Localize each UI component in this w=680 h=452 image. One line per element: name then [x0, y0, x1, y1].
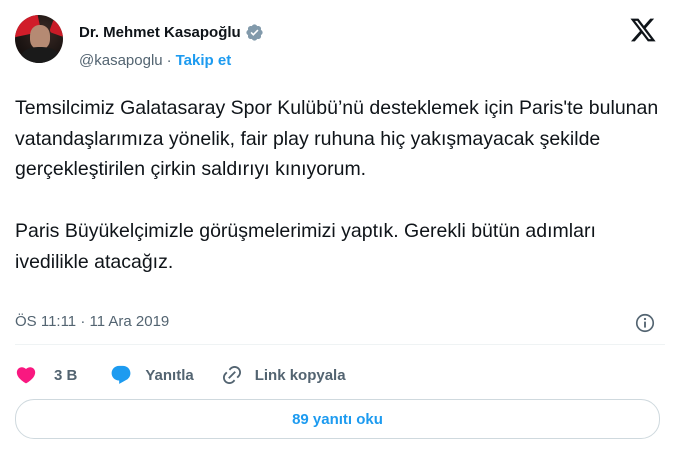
copy-link-button[interactable]: Link kopyala — [221, 364, 346, 386]
action-bar: 3 B Yanıtla Link kopyala — [15, 360, 346, 390]
avatar[interactable] — [15, 15, 63, 63]
copy-link-label: Link kopyala — [254, 366, 346, 384]
info-icon[interactable] — [634, 312, 656, 334]
follow-button[interactable]: Takip et — [176, 52, 232, 69]
author-name[interactable]: Dr. Mehmet Kasapoğlu — [79, 24, 241, 41]
avatar-body-shape — [21, 47, 59, 63]
reply-bubble-icon — [111, 365, 131, 384]
reply-label: Yanıtla — [145, 366, 194, 384]
read-replies-button[interactable]: 89 yanıtı oku — [15, 399, 660, 439]
divider — [15, 344, 665, 345]
verified-badge-icon — [246, 23, 263, 41]
x-logo-icon[interactable] — [628, 16, 658, 44]
avatar-head-shape — [30, 25, 50, 49]
separator-dot: · — [166, 51, 172, 69]
author-handle[interactable]: @kasapoglu — [79, 52, 163, 69]
heart-icon — [16, 367, 36, 384]
author-name-row: Dr. Mehmet Kasapoğlu — [79, 21, 264, 43]
reply-button[interactable]: Yanıtla — [110, 364, 194, 386]
tweet-card: Dr. Mehmet Kasapoğlu @kasapoglu · Takip … — [0, 0, 680, 452]
like-button[interactable]: 3 B — [15, 364, 77, 386]
author-handle-row: @kasapoglu · Takip et — [79, 50, 231, 70]
tweet-text: Temsilcimiz Galatasaray Spor Kulübü’nü d… — [15, 97, 659, 273]
tweet-timestamp[interactable]: ÖS 11:11 · 11 Ara 2019 — [15, 313, 169, 330]
like-count: 3 B — [54, 366, 78, 384]
avatar-flag-shape-small — [49, 18, 63, 38]
link-icon — [222, 365, 241, 385]
